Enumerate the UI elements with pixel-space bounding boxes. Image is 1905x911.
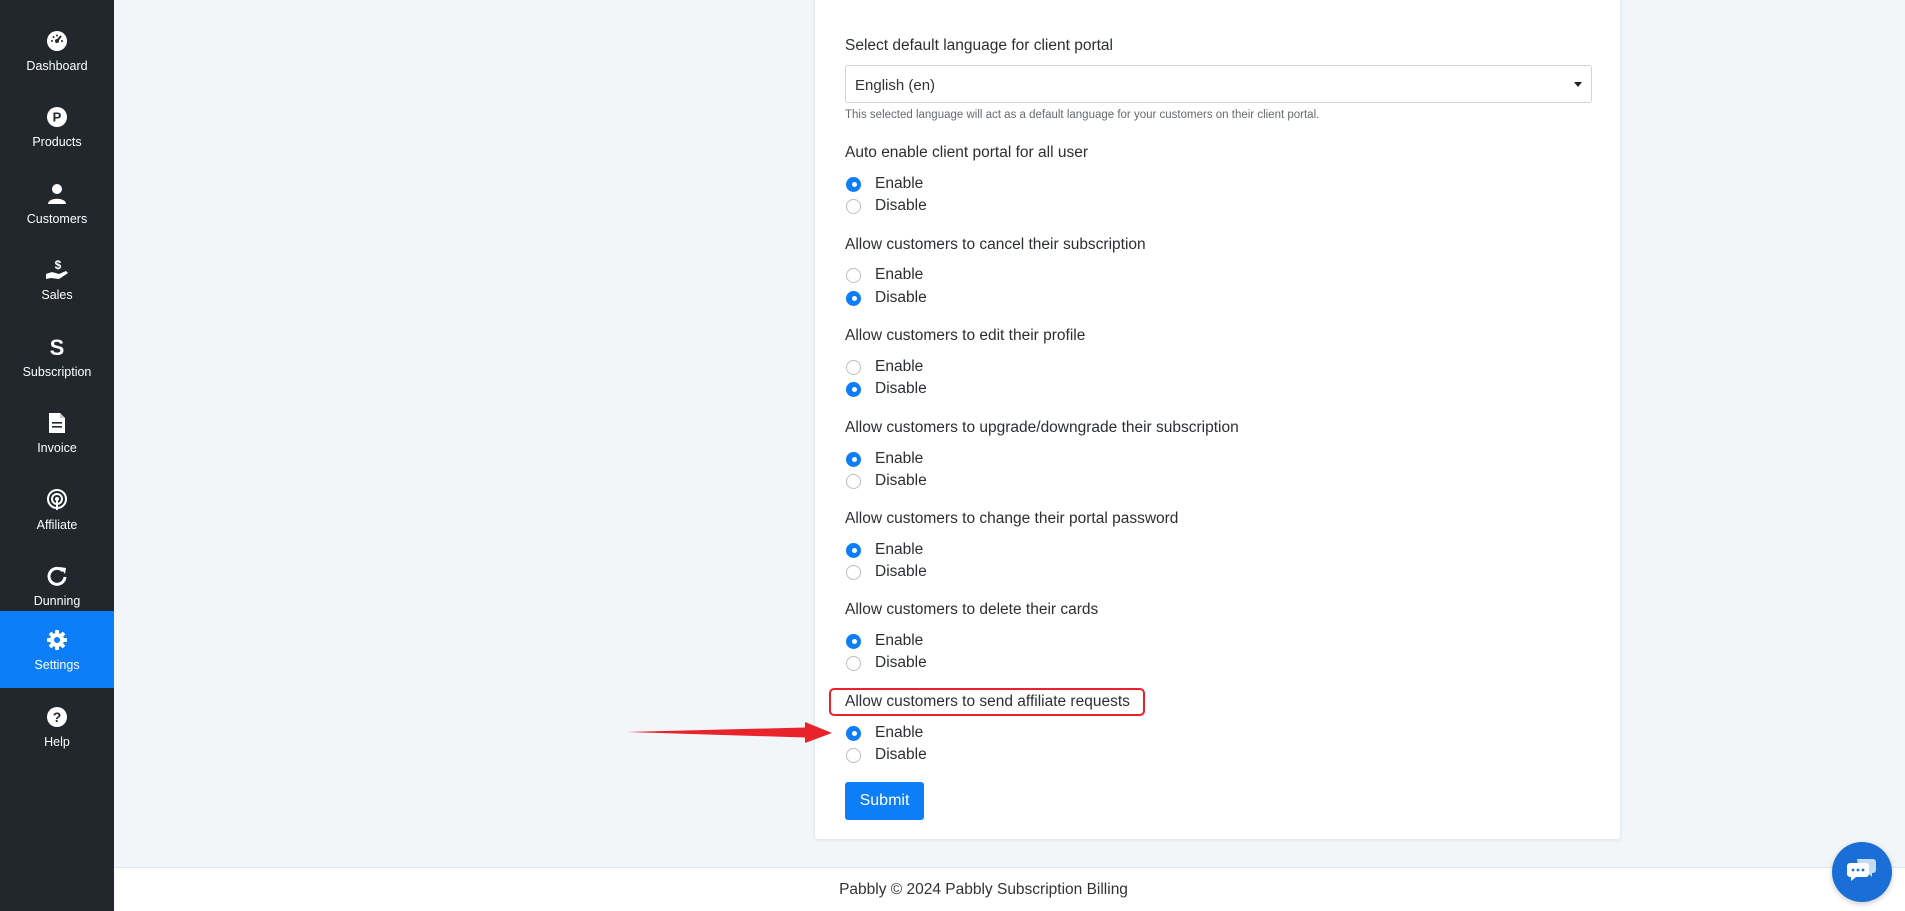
radio-checked-icon[interactable] bbox=[846, 725, 861, 741]
chat-bubble-icon bbox=[1847, 857, 1877, 888]
sidebar-item-affiliate[interactable]: Affiliate bbox=[0, 471, 114, 548]
setting-label-delete-cards: Allow customers to delete their cards bbox=[845, 601, 1099, 618]
radio-cancel-disable[interactable]: Disable bbox=[846, 289, 927, 307]
radio-label: Disable bbox=[875, 289, 927, 306]
radio-label: Enable bbox=[875, 450, 924, 467]
sidebar-item-settings[interactable]: Settings bbox=[0, 611, 114, 688]
sidebar: Dashboard P Products Customers $ Sales S… bbox=[0, 0, 114, 911]
sidebar-item-label: Settings bbox=[34, 657, 80, 672]
annotation-arrow-icon bbox=[627, 722, 832, 743]
radio-checked-icon[interactable] bbox=[846, 290, 861, 306]
radio-label: Disable bbox=[875, 197, 927, 214]
radio-label: Enable bbox=[875, 541, 924, 558]
sidebar-item-dashboard[interactable]: Dashboard bbox=[0, 12, 114, 89]
sidebar-item-label: Invoice bbox=[37, 440, 77, 455]
sidebar-item-products[interactable]: P Products bbox=[0, 88, 114, 165]
sidebar-item-help[interactable]: ? Help bbox=[0, 688, 114, 765]
user-icon bbox=[45, 182, 69, 206]
radio-label: Enable bbox=[875, 266, 924, 283]
radio-unchecked-icon[interactable] bbox=[846, 198, 861, 214]
radio-label: Disable bbox=[875, 380, 927, 397]
radio-cancel-enable[interactable]: Enable bbox=[846, 266, 923, 284]
radio-label: Disable bbox=[875, 563, 927, 580]
radio-checked-icon[interactable] bbox=[846, 451, 861, 467]
language-label: Select default language for client porta… bbox=[845, 37, 1113, 54]
radio-delete-cards-disable[interactable]: Disable bbox=[846, 654, 927, 672]
sidebar-item-label: Sales bbox=[41, 287, 73, 302]
setting-label-edit-profile: Allow customers to edit their profile bbox=[845, 327, 1086, 344]
radio-label: Enable bbox=[875, 175, 924, 192]
radio-password-enable[interactable]: Enable bbox=[846, 541, 923, 559]
caret-down-icon bbox=[1574, 82, 1582, 87]
radio-upgrade-disable[interactable]: Disable bbox=[846, 472, 927, 490]
sidebar-item-sales[interactable]: $ Sales bbox=[0, 241, 114, 318]
sidebar-item-label: Dunning bbox=[33, 593, 81, 608]
question-icon: ? bbox=[45, 705, 69, 729]
sidebar-item-label: Dashboard bbox=[26, 58, 88, 73]
radio-label: Disable bbox=[875, 472, 927, 489]
sidebar-item-invoice[interactable]: Invoice bbox=[0, 394, 114, 471]
setting-label-change-password: Allow customers to change their portal p… bbox=[845, 510, 1179, 527]
radio-checked-icon[interactable] bbox=[846, 542, 861, 558]
chat-widget-button[interactable] bbox=[1832, 842, 1892, 902]
setting-label-upgrade-downgrade: Allow customers to upgrade/downgrade the… bbox=[845, 419, 1239, 436]
setting-label-auto-enable-portal: Auto enable client portal for all user bbox=[845, 144, 1088, 161]
svg-text:S: S bbox=[50, 335, 65, 359]
radio-unchecked-icon[interactable] bbox=[846, 267, 861, 283]
speedometer-icon bbox=[45, 29, 69, 53]
radio-checked-icon[interactable] bbox=[846, 381, 861, 397]
document-icon bbox=[45, 411, 69, 435]
radio-edit-profile-enable[interactable]: Enable bbox=[846, 358, 923, 376]
svg-text:?: ? bbox=[53, 709, 62, 725]
hand-dollar-icon: $ bbox=[45, 258, 69, 282]
sidebar-item-subscription[interactable]: S Subscription bbox=[0, 318, 114, 395]
radio-delete-cards-enable[interactable]: Enable bbox=[846, 632, 923, 650]
submit-button[interactable]: Submit bbox=[845, 782, 924, 820]
svg-text:$: $ bbox=[55, 259, 62, 272]
radio-affiliate-enable[interactable]: Enable bbox=[846, 724, 923, 742]
radio-password-disable[interactable]: Disable bbox=[846, 563, 927, 581]
sidebar-item-label: Help bbox=[44, 734, 70, 749]
radio-label: Enable bbox=[875, 632, 924, 649]
setting-label-cancel-subscription: Allow customers to cancel their subscrip… bbox=[845, 236, 1146, 253]
radio-auto-enable-enable[interactable]: Enable bbox=[846, 175, 923, 193]
broadcast-icon bbox=[45, 488, 69, 512]
radio-unchecked-icon[interactable] bbox=[846, 655, 861, 671]
footer-copyright: Pabbly © 2024 Pabbly Subscription Billin… bbox=[839, 880, 1128, 898]
svg-text:P: P bbox=[53, 109, 62, 124]
sidebar-item-label: Products bbox=[32, 134, 82, 149]
radio-label: Disable bbox=[875, 654, 927, 671]
refresh-icon bbox=[45, 564, 69, 588]
footer: Pabbly © 2024 Pabbly Subscription Billin… bbox=[114, 867, 1905, 911]
sidebar-item-label: Subscription bbox=[22, 364, 92, 379]
gear-icon bbox=[45, 628, 69, 652]
radio-label: Enable bbox=[875, 724, 924, 741]
radio-checked-icon[interactable] bbox=[846, 176, 861, 192]
radio-unchecked-icon[interactable] bbox=[846, 473, 861, 489]
radio-unchecked-icon[interactable] bbox=[846, 747, 861, 763]
language-help-text: This selected language will act as a def… bbox=[845, 109, 1320, 121]
radio-upgrade-enable[interactable]: Enable bbox=[846, 450, 923, 468]
sidebar-item-label: Customers bbox=[26, 211, 88, 226]
radio-unchecked-icon[interactable] bbox=[846, 564, 861, 580]
client-portal-settings-card: Select default language for client porta… bbox=[814, 0, 1621, 840]
radio-label: Enable bbox=[875, 358, 924, 375]
radio-checked-icon[interactable] bbox=[846, 633, 861, 649]
sidebar-item-customers[interactable]: Customers bbox=[0, 165, 114, 242]
setting-label-affiliate-requests: Allow customers to send affiliate reques… bbox=[845, 693, 1130, 710]
language-select[interactable]: English (en) bbox=[845, 65, 1592, 103]
radio-unchecked-icon[interactable] bbox=[846, 359, 861, 375]
radio-edit-profile-disable[interactable]: Disable bbox=[846, 380, 927, 398]
radio-auto-enable-disable[interactable]: Disable bbox=[846, 197, 927, 215]
language-select-value: English (en) bbox=[855, 77, 936, 94]
radio-label: Disable bbox=[875, 746, 927, 763]
subscription-s-icon: S bbox=[45, 335, 69, 359]
sidebar-item-label: Affiliate bbox=[36, 517, 78, 532]
product-p-icon: P bbox=[45, 105, 69, 129]
radio-affiliate-disable[interactable]: Disable bbox=[846, 746, 927, 764]
